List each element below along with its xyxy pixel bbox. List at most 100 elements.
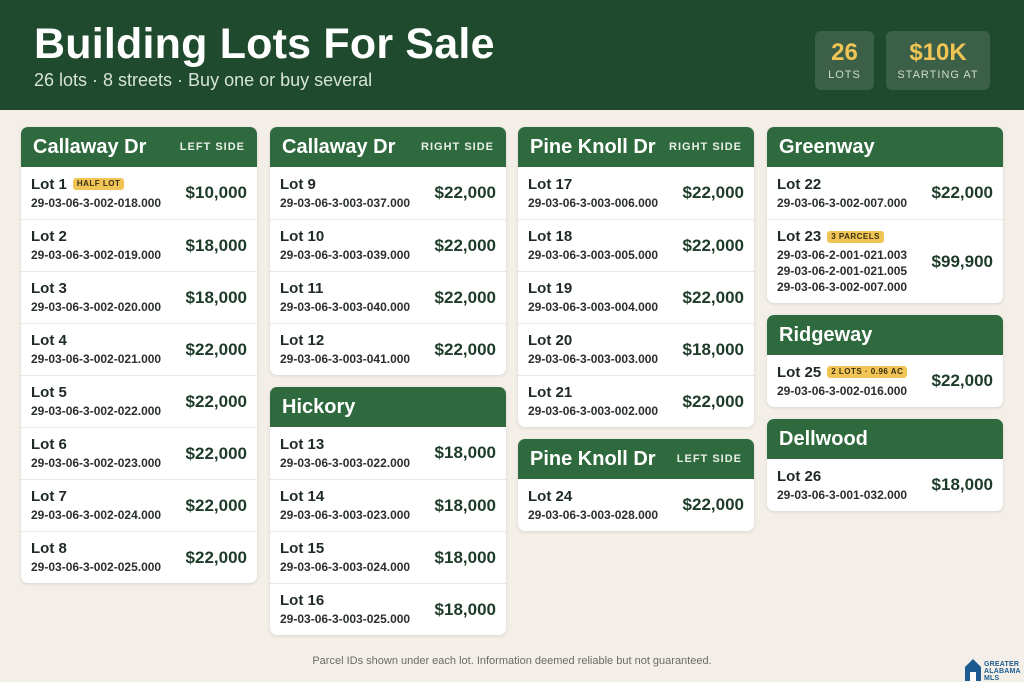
lot-badge: 2 LOTS · 0.96 AC — [827, 366, 908, 378]
lot-info: Lot 6 29-03-06-3-002-023.000 — [31, 436, 161, 471]
parcel-id: 29-03-06-3-003-028.000 — [528, 507, 659, 522]
lot-price: $22,000 — [185, 339, 247, 359]
lot-name: Lot 26 — [777, 467, 822, 485]
street-card-header: Pine Knoll Dr LEFT SIDE — [518, 439, 754, 479]
lot-row: Lot 14 29-03-06-3-003-023.000 $18,000 — [270, 479, 506, 531]
lot-name: Lot 17 — [528, 175, 573, 193]
lot-name-row: Lot 18 — [528, 228, 658, 245]
logo-line: ALABAMA — [984, 668, 1021, 675]
parcel-id: 29-03-06-3-002-022.000 — [31, 404, 162, 418]
lot-info: Lot 4 29-03-06-3-002-021.000 — [31, 332, 161, 367]
lot-name-row: Lot 26 — [777, 468, 907, 485]
lot-price: $22,000 — [185, 443, 247, 463]
street-card: Pine Knoll Dr LEFT SIDE Lot 24 29-03-06-3-0… — [518, 439, 754, 531]
lot-info: Lot 8 29-03-06-3-002-025.000 — [31, 540, 161, 575]
lot-info: Lot 18 29-03-06-3-003-005.000 — [528, 228, 658, 263]
lot-price: $22,000 — [682, 235, 744, 255]
footer-note: Parcel IDs shown under each lot. Informa… — [312, 655, 712, 667]
lot-badge: 3 PARCELS — [827, 230, 884, 243]
lot-row: Lot 8 29-03-06-3-002-025.000 $22,000 — [21, 531, 257, 583]
parcel-id: 29-03-06-3-003-002.000 — [528, 404, 659, 418]
lot-name: Lot 16 — [280, 592, 325, 609]
lot-name: Lot 3 — [31, 280, 67, 297]
lot-price: $22,000 — [185, 391, 247, 411]
lot-name: Lot 15 — [280, 540, 325, 557]
lot-column: Callaway Dr LEFT SIDE Lot 1 HALF LOT 29-03-0… — [21, 127, 257, 595]
lot-name-row: Lot 22 — [777, 176, 907, 193]
stat-lots-count: 26 LOTS — [815, 31, 874, 90]
street-card: Greenway Lot 22 29-03-06-3-002-007.000 $22,… — [767, 127, 1003, 303]
lot-name: Lot 8 — [31, 540, 67, 557]
lot-price: $22,000 — [931, 183, 993, 202]
lot-row: Lot 3 29-03-06-3-002-020.000 $18,000 — [21, 271, 257, 323]
lot-row: Lot 2 29-03-06-3-002-019.000 $18,000 — [21, 219, 257, 271]
lot-name-row: Lot 16 — [280, 592, 410, 609]
lot-price: $10,000 — [185, 183, 247, 202]
lot-price: $18,000 — [931, 475, 993, 494]
parcel-id: 29-03-06-3-003-006.000 — [528, 195, 659, 210]
lot-info: Lot 19 29-03-06-3-003-004.000 — [528, 280, 658, 315]
street-name: Pine Knoll Dr — [530, 447, 656, 470]
parcel-id: 29-03-06-3-002-025.000 — [31, 560, 162, 574]
lot-price: $22,000 — [434, 183, 496, 202]
parcel-id: 29-03-06-3-002-007.000 — [777, 280, 908, 294]
parcel-id: 29-03-06-3-003-022.000 — [280, 455, 411, 470]
parcel-id: 29-03-06-3-003-005.000 — [528, 248, 659, 262]
lot-name: Lot 22 — [777, 175, 822, 193]
lot-name: Lot 25 — [777, 363, 822, 381]
lot-name: Lot 6 — [31, 436, 67, 453]
lot-name-row: Lot 19 — [528, 280, 658, 297]
lot-info: Lot 25 2 LOTS · 0.96 AC 29-03-06-3-002-016… — [777, 363, 908, 399]
lot-name: Lot 10 — [280, 228, 325, 245]
lot-name-row: Lot 15 — [280, 540, 410, 557]
lot-price: $18,000 — [434, 547, 496, 567]
lot-info: Lot 2 29-03-06-3-002-019.000 — [31, 228, 161, 263]
stat-label: STARTING AT — [897, 69, 979, 81]
lot-name-row: Lot 3 — [31, 280, 161, 297]
street-side-label: LEFT SIDE — [179, 141, 245, 153]
street-card: Hickory Lot 13 29-03-06-3-003-022.000 $18,0… — [270, 387, 506, 635]
street-card: Callaway Dr LEFT SIDE Lot 1 HALF LOT 29-03-0… — [21, 127, 257, 583]
lot-price: $18,000 — [682, 339, 744, 359]
lot-row: Lot 6 29-03-06-3-002-023.000 $22,000 — [21, 427, 257, 479]
lot-name-row: Lot 11 — [280, 280, 410, 297]
street-side-label: RIGHT SIDE — [669, 141, 742, 153]
lot-price: $22,000 — [682, 391, 744, 411]
header-banner: Building Lots For Sale 26 lots · 8 stree… — [0, 0, 1024, 110]
lot-column: Callaway Dr RIGHT SIDE Lot 9 29-03-06-3-003… — [270, 127, 506, 647]
lot-row: Lot 25 2 LOTS · 0.96 AC 29-03-06-3-002-016… — [767, 355, 1003, 407]
lot-name: Lot 14 — [280, 488, 325, 505]
lot-name-row: Lot 1 HALF LOT — [31, 176, 161, 193]
parcel-id: 29-03-06-3-002-018.000 — [31, 195, 162, 210]
page-title: Building Lots For Sale — [34, 20, 495, 68]
lot-name-row: Lot 14 — [280, 488, 410, 505]
street-side-label: RIGHT SIDE — [421, 141, 494, 153]
lot-price: $22,000 — [185, 547, 247, 567]
lot-info: Lot 15 29-03-06-3-003-024.000 — [280, 540, 410, 575]
parcel-id: 29-03-06-3-002-024.000 — [31, 508, 162, 522]
lot-name-row: Lot 8 — [31, 540, 161, 557]
lot-name: Lot 20 — [528, 332, 573, 349]
logo-text: GREATER ALABAMA MLS — [984, 661, 1021, 682]
lot-name: Lot 24 — [528, 487, 573, 505]
lot-name-row: Lot 25 2 LOTS · 0.96 AC — [777, 363, 908, 381]
lot-price: $18,000 — [185, 287, 247, 307]
lot-info: Lot 23 3 PARCELS 29-03-06-2-001-021.003 29-… — [777, 228, 907, 295]
lot-price: $22,000 — [185, 495, 247, 515]
lot-name: Lot 23 — [777, 228, 822, 245]
lot-row: Lot 12 29-03-06-3-003-041.000 $22,000 — [270, 323, 506, 375]
parcel-id: 29-03-06-3-002-019.000 — [31, 248, 162, 262]
parcel-id: 29-03-06-3-003-023.000 — [280, 508, 411, 522]
lot-price: $22,000 — [434, 235, 496, 255]
lot-row: Lot 21 29-03-06-3-003-002.000 $22,000 — [518, 375, 754, 427]
parcel-id: 29-03-06-3-003-037.000 — [280, 195, 411, 210]
lot-price: $18,000 — [434, 443, 496, 462]
lot-price: $22,000 — [682, 287, 744, 307]
logo-line: GREATER — [984, 661, 1020, 668]
stat-label: LOTS — [828, 69, 861, 81]
lot-row: Lot 24 29-03-06-3-003-028.000 $22,000 — [518, 479, 754, 531]
street-card-header: Callaway Dr LEFT SIDE — [21, 127, 257, 167]
lot-name-row: Lot 12 — [280, 332, 410, 349]
lot-name: Lot 2 — [31, 228, 67, 245]
parcel-id: 29-03-06-3-003-003.000 — [528, 352, 659, 366]
